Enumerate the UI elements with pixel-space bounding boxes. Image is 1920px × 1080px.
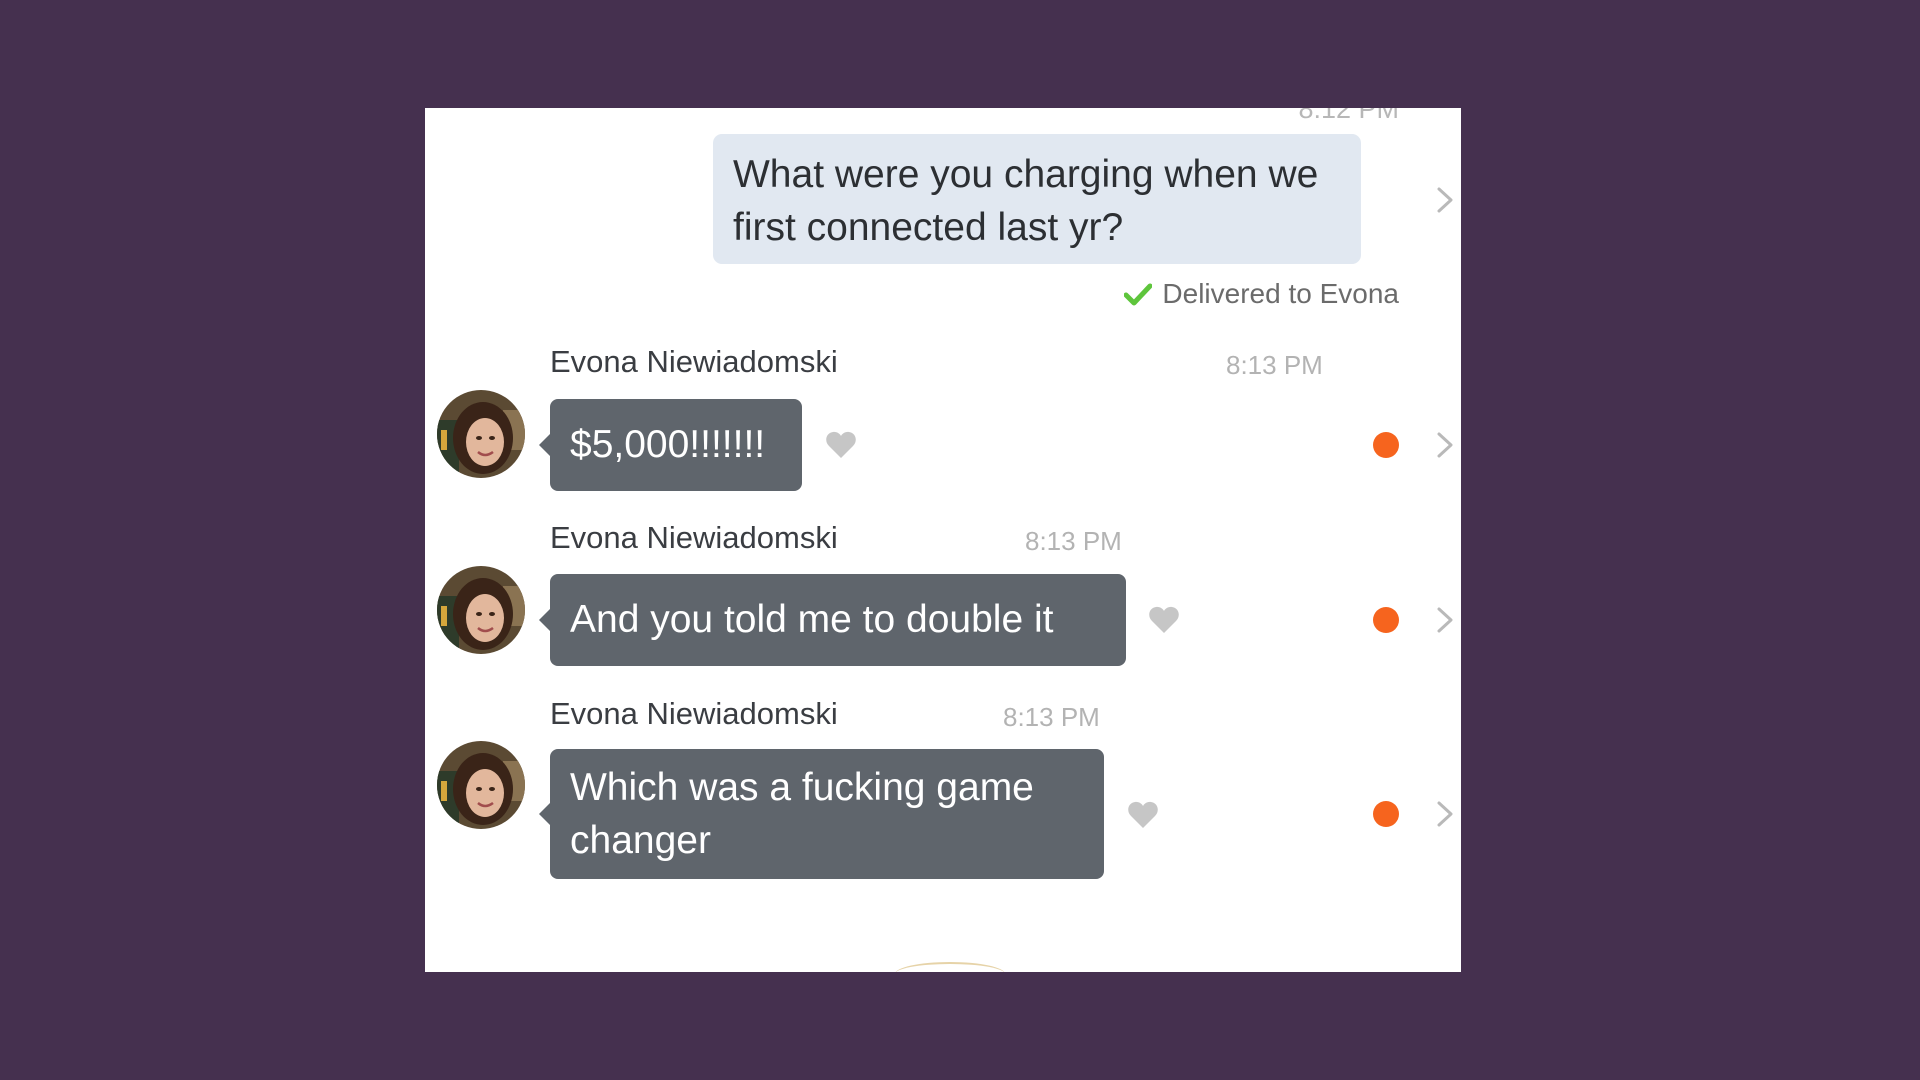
timestamp: 8:12 PM [1298,108,1399,124]
outgoing-message-bubble[interactable]: What were you charging when we first con… [713,134,1361,264]
chevron-right-icon[interactable] [1436,186,1454,214]
chevron-right-icon[interactable] [1436,800,1454,828]
avatar[interactable] [437,741,525,829]
sender-name: Evona Niewiadomski [550,696,838,731]
message-text: Which was a fucking game changer [570,766,1034,862]
incoming-message-bubble[interactable]: $5,000!!!!!!! [539,399,802,491]
sender-name: Evona Niewiadomski [550,520,838,555]
compose-avatar-edge [895,962,1005,972]
heart-icon[interactable] [1148,605,1180,635]
chevron-right-icon[interactable] [1436,431,1454,459]
incoming-message-bubble[interactable]: And you told me to double it [539,574,1126,666]
avatar[interactable] [437,390,525,478]
unread-dot [1373,801,1399,827]
unread-dot [1373,432,1399,458]
message-time: 8:13 PM [1003,702,1100,732]
unread-dot [1373,607,1399,633]
message-text: And you told me to double it [570,598,1054,641]
message-time: 8:13 PM [1226,350,1323,380]
avatar[interactable] [437,566,525,654]
checkmark-icon [1123,282,1153,306]
message-text: $5,000!!!!!!! [570,423,766,466]
delivery-status-text: Delivered to Evona [1162,278,1399,309]
heart-icon[interactable] [825,430,857,460]
sender-name: Evona Niewiadomski [550,344,838,379]
heart-icon[interactable] [1127,800,1159,830]
chevron-right-icon[interactable] [1436,606,1454,634]
message-time: 8:13 PM [1025,526,1122,556]
chat-panel: 8:12 PM What were you charging when we f… [425,108,1461,972]
incoming-message-bubble[interactable]: Which was a fucking game changer [539,749,1104,879]
outgoing-message-text: What were you charging when we first con… [733,153,1319,249]
delivery-status: Delivered to Evona [1123,278,1399,310]
